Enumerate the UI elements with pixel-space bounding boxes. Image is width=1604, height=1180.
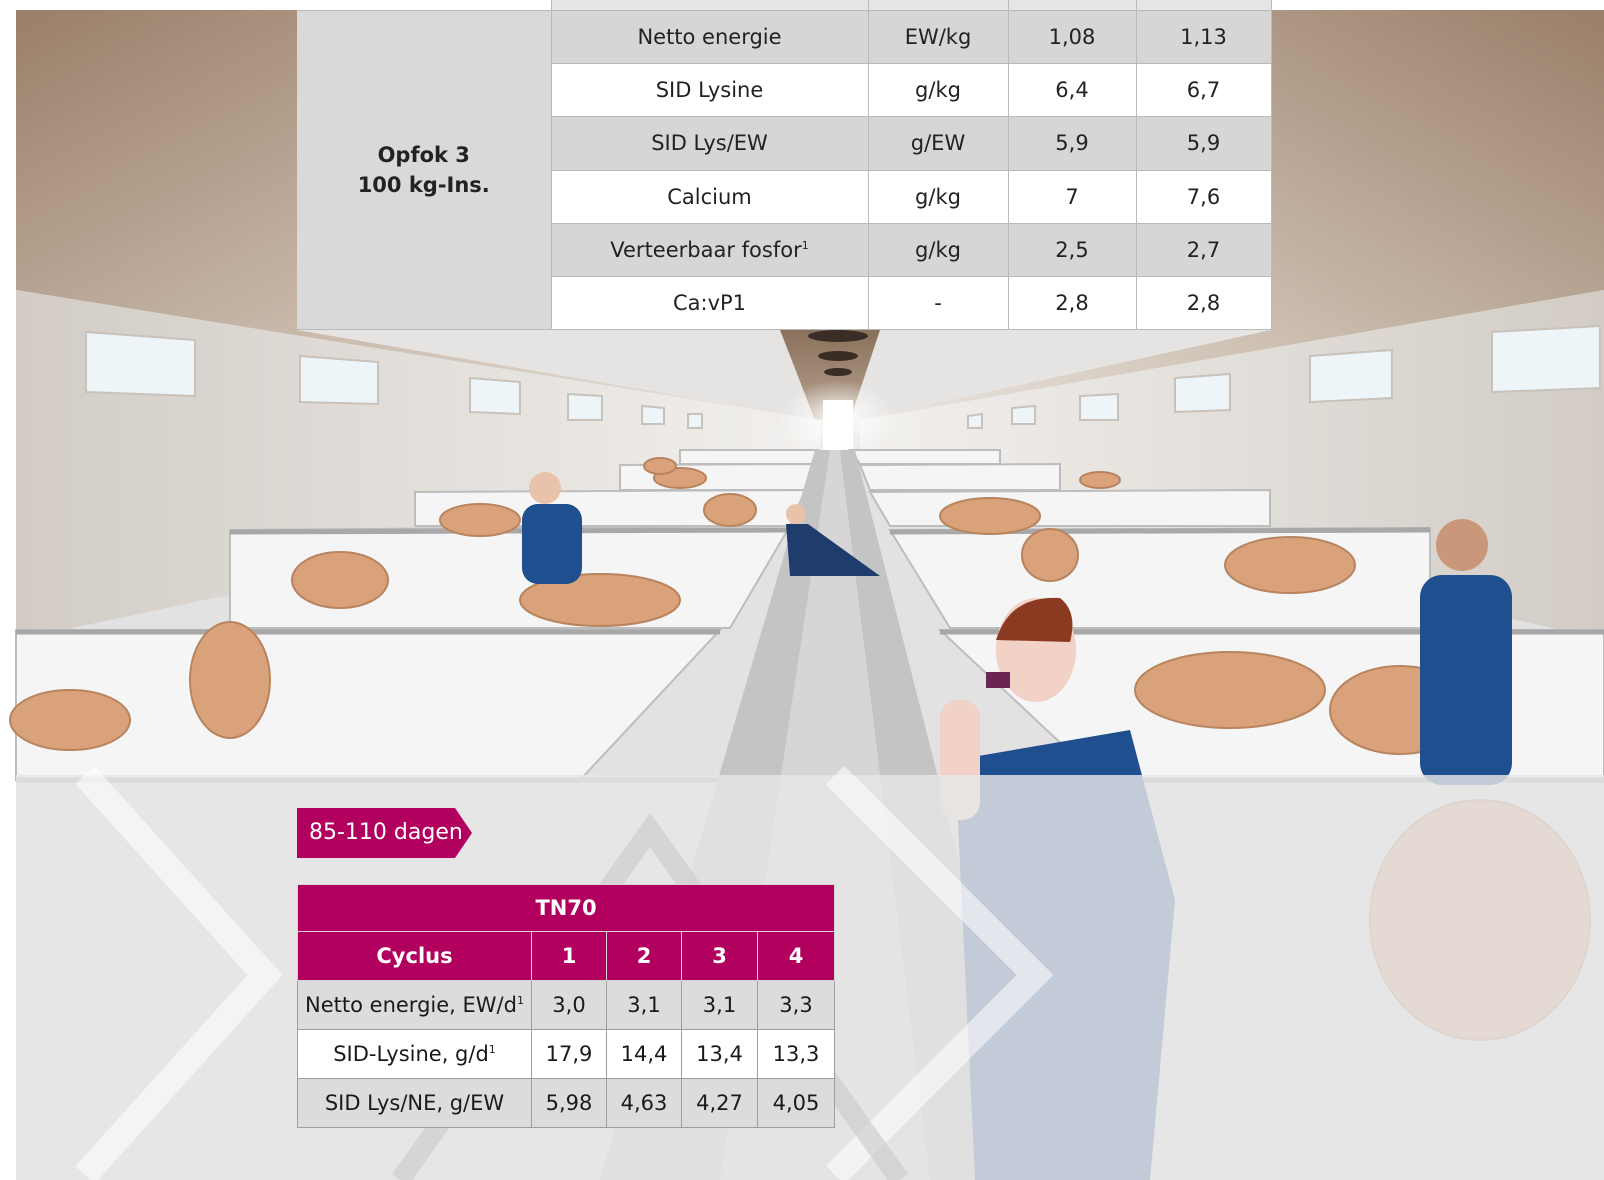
table-row: SID Lys/NE, g/EW 5,98 4,63 4,27 4,05 (297, 1078, 836, 1128)
table-stub-row (297, 0, 1272, 12)
value-cell: 2,8 (1135, 275, 1272, 331)
unit-cell: g/kg (867, 169, 1009, 224)
value-cell: 5,98 (531, 1078, 607, 1128)
param-cell: Netto energie (550, 10, 869, 65)
unit-cell: EW/kg (867, 10, 1009, 65)
unit-cell: - (867, 275, 1009, 331)
footnote-marker: 1 (801, 238, 809, 252)
param-cell: Verteerbaar fosfor1 (550, 222, 869, 277)
value-cell: 4,05 (756, 1078, 836, 1128)
value-cell: 1,08 (1007, 10, 1137, 65)
row-label-text: SID-Lysine, g/d (333, 1042, 489, 1066)
value-cell: 13,3 (756, 1029, 836, 1079)
value-cell: 6,7 (1135, 63, 1272, 118)
column-header: 4 (756, 931, 836, 981)
param-cell: SID Lysine (550, 63, 869, 118)
group-label-line1: Opfok 3 (377, 143, 470, 168)
unit-cell: g/EW (867, 116, 1009, 171)
badge-label: 85-110 dagen (309, 820, 463, 845)
param-cell: Ca:vP1 (550, 275, 869, 331)
column-header: 1 (531, 931, 607, 981)
param-cell: SID Lys/EW (550, 116, 869, 171)
value-cell: 6,4 (1007, 63, 1137, 118)
tn70-header-row: Cyclus 1 2 3 4 (297, 931, 836, 981)
footnote-marker: 1 (516, 994, 524, 1007)
row-label: SID-Lysine, g/d1 (297, 1029, 532, 1079)
value-cell: 2,8 (1007, 275, 1137, 331)
age-range-badge: 85-110 dagen (297, 808, 472, 858)
tn70-table: TN70 Cyclus 1 2 3 4 Netto energie, EW/d1… (296, 884, 836, 1128)
unit-cell: g/kg (867, 63, 1009, 118)
value-cell: 4,27 (681, 1078, 758, 1128)
table-row: SID-Lysine, g/d1 17,9 14,4 13,4 13,3 (297, 1029, 836, 1079)
value-cell: 3,3 (756, 980, 836, 1030)
value-cell: 14,4 (606, 1029, 682, 1079)
footnote-marker: 1 (488, 1043, 496, 1056)
value-cell: 17,9 (531, 1029, 607, 1079)
column-header: Cyclus (297, 931, 532, 981)
value-cell: 1,13 (1135, 10, 1272, 65)
value-cell: 3,1 (606, 980, 682, 1030)
column-header: 2 (606, 931, 682, 981)
value-cell: 2,5 (1007, 222, 1137, 277)
row-label-text: Netto energie, EW/d (305, 993, 517, 1017)
value-cell: 5,9 (1007, 116, 1137, 171)
row-label: SID Lys/NE, g/EW (297, 1078, 532, 1128)
value-cell: 13,4 (681, 1029, 758, 1079)
group-label: Opfok 3 100 kg-Ins. (297, 10, 552, 330)
value-cell: 3,0 (531, 980, 607, 1030)
value-cell: 4,63 (606, 1078, 682, 1128)
column-header: 3 (681, 931, 758, 981)
group-label-line2: 100 kg-Ins. (357, 173, 490, 198)
value-cell: 3,1 (681, 980, 758, 1030)
tn70-title-row: TN70 (296, 884, 836, 932)
param-text: Verteerbaar fosfor (610, 237, 802, 262)
table-row: Netto energie, EW/d1 3,0 3,1 3,1 3,3 (297, 980, 836, 1030)
table-row: Opfok 3 100 kg-Ins. Netto energie EW/kg … (297, 10, 1272, 330)
value-cell: 2,7 (1135, 222, 1272, 277)
param-cell: Calcium (550, 169, 869, 224)
value-cell: 5,9 (1135, 116, 1272, 171)
value-cell: 7,6 (1135, 169, 1272, 224)
row-label: Netto energie, EW/d1 (297, 980, 532, 1030)
unit-cell: g/kg (867, 222, 1009, 277)
nutrient-table: Opfok 3 100 kg-Ins. Netto energie EW/kg … (297, 0, 1272, 331)
tn70-title: TN70 (296, 884, 836, 932)
value-cell: 7 (1007, 169, 1137, 224)
